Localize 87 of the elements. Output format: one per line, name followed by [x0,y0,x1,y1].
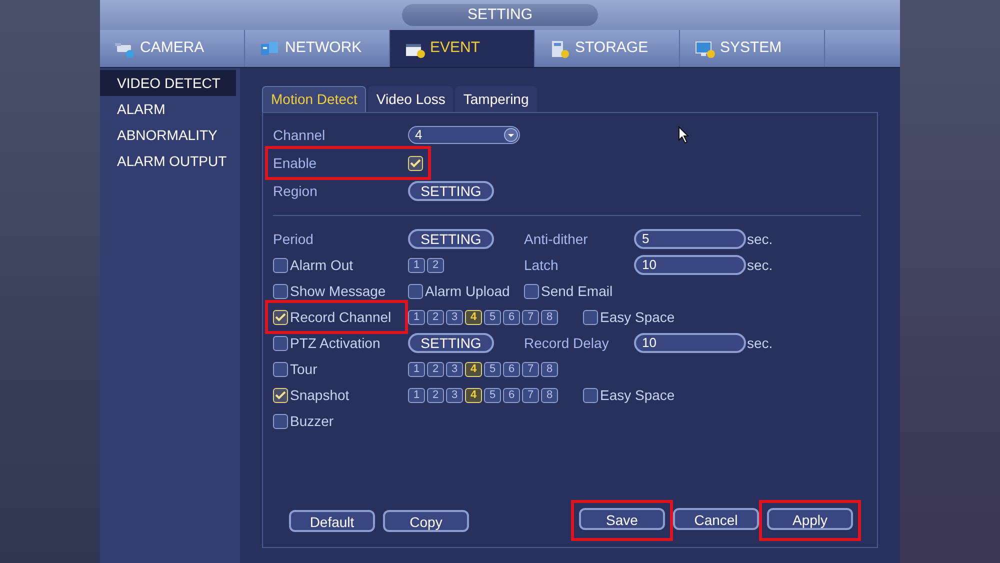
channel-toggle[interactable]: 6 [503,310,520,324]
checkbox-label: Snapshot [290,386,350,405]
channel-toggle[interactable]: 8 [541,388,558,402]
channel-toggle[interactable]: 4 [465,388,482,402]
channel-dropdown[interactable]: 4 [408,126,520,144]
checkbox-label: Easy Space [600,386,675,405]
sub-tab[interactable]: Tampering [455,86,537,112]
main-tab[interactable]: EVENT [390,30,535,67]
field-label: Latch [524,256,558,274]
checkbox-label: Alarm Upload [425,282,510,301]
channel-toggle[interactable]: 1 [408,310,425,324]
sidebar-item[interactable]: ABNORMALITY [100,122,236,148]
action-button[interactable]: Apply [767,508,853,530]
field-label: Region [273,182,318,201]
channel-toggle[interactable]: 4 [465,310,482,324]
channel-toggle[interactable]: 5 [484,362,501,376]
channel-toggle[interactable]: 4 [465,362,482,376]
channel-toggle[interactable]: 5 [484,388,501,402]
channel-toggle[interactable]: 3 [446,388,463,402]
unit-label: sec. [747,334,773,352]
storage-icon [549,38,571,58]
channel-toggle[interactable]: 8 [541,362,558,376]
checkbox[interactable] [273,284,288,298]
setting-button[interactable]: SETTING [408,229,494,249]
action-button[interactable]: Cancel [673,508,759,530]
dropdown-caret-icon [504,128,518,142]
main-tab[interactable]: SYSTEM [680,30,825,67]
monitor-icon [694,38,716,58]
channel-toggle[interactable]: 6 [503,388,520,402]
cursor-icon [678,126,690,144]
checkbox[interactable] [408,156,423,170]
checkbox[interactable] [273,362,288,376]
checkbox[interactable] [273,414,288,428]
checkbox[interactable] [583,310,598,324]
field-label: Anti-dither [524,230,588,248]
channel-toggle[interactable]: 3 [446,362,463,376]
checkbox[interactable] [273,310,288,324]
channel-toggle[interactable]: 2 [427,310,444,324]
field-label: Record Delay [524,334,609,353]
number-field[interactable]: 5 [634,229,746,249]
window-title: SETTING [402,4,598,26]
number-field[interactable]: 10 [634,255,746,275]
checkbox[interactable] [273,258,288,272]
checkbox-label: Send Email [541,282,613,300]
channel-toggle[interactable]: 3 [446,310,463,324]
channel-toggle[interactable]: 8 [541,310,558,324]
action-button[interactable]: Default [289,510,375,532]
setting-button[interactable]: SETTING [408,181,494,201]
channel-toggle[interactable]: 5 [484,310,501,324]
checkbox[interactable] [273,388,288,402]
checkbox-label: Buzzer [290,412,334,430]
main-tab[interactable]: STORAGE [535,30,680,67]
checkbox-label: Record Channel [290,308,392,326]
channel-toggle[interactable]: 1 [408,362,425,376]
main-tab[interactable]: CAMERA [100,30,245,67]
action-button[interactable]: Save [579,508,665,530]
sub-tab[interactable]: Video Loss [368,86,454,112]
checkbox-label: PTZ Activation [290,334,380,352]
channel-toggle[interactable]: 7 [522,310,539,324]
channel-toggle[interactable]: 1 [408,258,425,272]
checkbox[interactable] [583,388,598,402]
channel-toggle[interactable]: 2 [427,258,444,272]
field-label: Enable [273,154,317,172]
sidebar-item[interactable]: ALARM OUTPUT [100,148,236,174]
action-button[interactable]: Copy [383,510,469,532]
checkbox[interactable] [524,284,539,298]
checkbox[interactable] [273,336,288,350]
channel-toggle[interactable]: 1 [408,388,425,402]
sidebar-item[interactable]: ALARM [100,96,236,122]
unit-label: sec. [747,230,773,248]
checkbox[interactable] [408,284,423,298]
channel-toggle[interactable]: 2 [427,388,444,402]
number-field[interactable]: 10 [634,333,746,353]
sub-tab[interactable]: Motion Detect [262,86,366,112]
channel-toggle[interactable]: 7 [522,388,539,402]
channel-toggle[interactable]: 2 [427,362,444,376]
channel-toggle[interactable]: 7 [522,362,539,376]
checkbox-label: Show Message [290,282,386,301]
checkbox-label: Alarm Out [290,256,354,274]
field-label: Period [273,230,314,248]
sidebar-item[interactable]: VIDEO DETECT [100,70,236,96]
field-label: Channel [273,126,326,144]
channel-toggle[interactable]: 6 [503,362,520,376]
setting-button[interactable]: SETTING [408,333,494,353]
checkbox-label: Tour [290,360,318,378]
unit-label: sec. [747,256,773,274]
checkbox-label: Easy Space [600,308,675,327]
